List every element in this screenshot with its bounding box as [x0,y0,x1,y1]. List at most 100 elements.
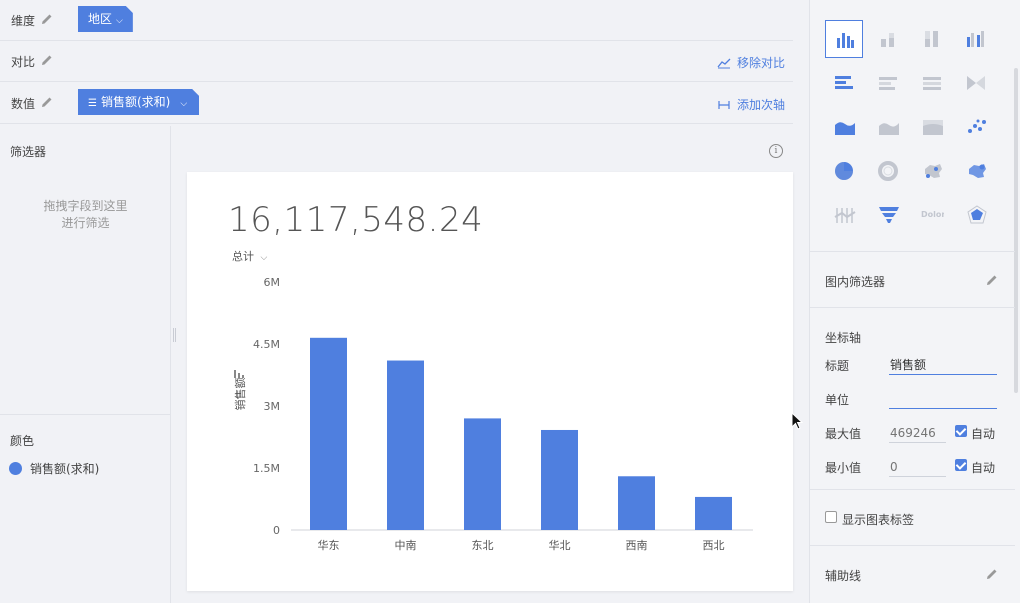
divider [0,414,171,415]
remove-compare-button[interactable]: 移除对比 [717,54,785,71]
area-chart-icon [835,122,855,135]
bar [387,360,424,530]
scatter-icon [968,119,986,133]
show-labels-label: 显示图表标签 [842,513,915,527]
percent-area-icon [923,120,943,135]
chart-type-map-bubble[interactable] [957,152,995,190]
config-rows: 维度 地区 ⌵ 对比 移除对比 数值 ☰ 销售额(求和) ⌵ 添加次轴 [0,0,793,125]
sort-icon: ☰ [88,98,97,109]
y-tick-label: 0 [273,524,280,537]
funnel-icon [879,207,899,223]
bar-chart: 0 1.5M 3M 4.5M 6M 销售额华东 中南 东北 华北 西南 西北 [233,276,753,552]
butterfly-icon [967,76,985,90]
horizontal-percent-icon [923,77,941,90]
word-cloud-icon: Dolor [921,210,944,219]
chart-type-donut[interactable] [869,152,907,190]
chart-type-scatter[interactable] [957,108,995,146]
chart-type-butterfly[interactable] [957,64,995,102]
y-axis-sort-icon [242,375,244,378]
resize-handle[interactable] [173,328,176,342]
info-icon[interactable]: i [769,144,783,158]
chart-type-pie[interactable] [825,152,863,190]
show-labels-checkbox[interactable] [825,511,837,523]
chart-type-radar[interactable] [957,196,995,234]
measure-row: 数值 ☰ 销售额(求和) ⌵ 添加次轴 [0,83,793,124]
max-auto-label: 自动 [971,427,996,441]
chart-type-horizontal-stacked[interactable] [869,64,907,102]
add-secondary-axis-label: 添加次轴 [736,98,785,112]
divider [810,307,1015,308]
axis-title-label: 标题 [825,359,850,373]
x-tick-label: 华北 [549,538,571,552]
chart-type-area[interactable] [825,108,863,146]
filter-drop-zone[interactable]: 拖拽字段到这里 进行筛选 [0,198,171,232]
measure-pill[interactable]: ☰ 销售额(求和) ⌵ [78,89,199,115]
edit-pencil-icon[interactable] [41,96,53,108]
edit-pencil-icon[interactable] [986,568,998,580]
color-legend-item[interactable]: 销售额(求和) [9,460,99,477]
chart-type-funnel[interactable] [869,196,907,234]
chevron-down-icon: ⌵ [116,16,123,26]
word-cloud-text: Dolor [921,210,944,219]
divider [810,545,1015,546]
chart-type-parallel[interactable] [825,196,863,234]
filter-panel: 筛选器 拖拽字段到这里 进行筛选 颜色 销售额(求和) [0,126,171,603]
axis-min-input[interactable] [889,457,946,477]
add-secondary-axis-button[interactable]: 添加次轴 [717,96,785,113]
bar-chart-icon [837,33,854,48]
chart-type-percent-area[interactable] [913,108,951,146]
axis-max-input[interactable] [889,423,946,443]
dimension-pill[interactable]: 地区 ⌵ [78,6,133,32]
chart-type-stacked-bar[interactable] [869,20,907,58]
bar [618,476,655,530]
chart-card: 16,117,548.24 总计 ⌵ 0 1.5M 3M 4.5M 6M 销售额 华东 中南东… [187,172,793,591]
edit-pencil-icon[interactable] [41,54,53,66]
inner-filter-label: 图内筛选器 [825,275,886,289]
y-axis-sort-icon [234,370,236,378]
remove-compare-label: 移除对比 [736,56,785,70]
dimension-pill-label: 地区 [88,12,113,26]
y-tick-label: 6M [264,276,281,289]
stacked-area-icon [879,123,899,135]
y-tick-label: 4.5M [253,338,280,351]
chart-type-bar[interactable] [825,20,863,58]
min-auto-label: 自动 [971,461,996,475]
divider [810,489,1015,490]
divider [810,251,1015,252]
chart-type-word-cloud[interactable]: Dolor [913,196,951,234]
stacked-bar-icon [881,33,894,47]
filter-title: 筛选器 [10,145,47,159]
x-tick-label: 中南 [395,539,417,552]
legend-label: 销售额(求和) [30,462,100,476]
bubble-map-icon [969,164,986,178]
chevron-down-icon: ⌵ [180,99,188,109]
axis-title-input[interactable] [889,355,997,375]
chart-type-percent-bar[interactable] [913,20,951,58]
axis-max-label: 最大值 [825,427,862,441]
edit-pencil-icon[interactable] [986,274,998,286]
axis-min-label: 最小值 [825,461,862,475]
chart-type-stacked-area[interactable] [869,108,907,146]
panel-scrollbar[interactable] [1014,68,1018,393]
x-tick-label: 华东 [318,538,340,552]
secondary-axis-icon [718,100,730,109]
measure-label: 数值 [11,97,36,111]
y-tick-label: 1.5M [253,462,280,475]
bar [464,418,501,530]
x-tick-label: 东北 [472,539,494,552]
chart-type-map-region[interactable] [913,152,951,190]
axis-unit-input[interactable] [889,389,997,409]
chart-type-grouped-bar[interactable] [957,20,995,58]
color-title: 颜色 [10,434,35,448]
horizontal-bar-icon [835,76,853,89]
radar-icon [967,205,987,224]
percent-bar-icon [925,31,938,47]
dimension-label: 维度 [11,14,36,28]
chart-type-horizontal-percent[interactable] [913,64,951,102]
compare-label: 对比 [11,55,36,69]
min-auto-checkbox[interactable] [955,459,967,471]
chart-type-horizontal-bar[interactable] [825,64,863,102]
drop-hint-line2: 进行筛选 [61,216,110,230]
edit-pencil-icon[interactable] [41,13,53,25]
max-auto-checkbox[interactable] [955,425,967,437]
